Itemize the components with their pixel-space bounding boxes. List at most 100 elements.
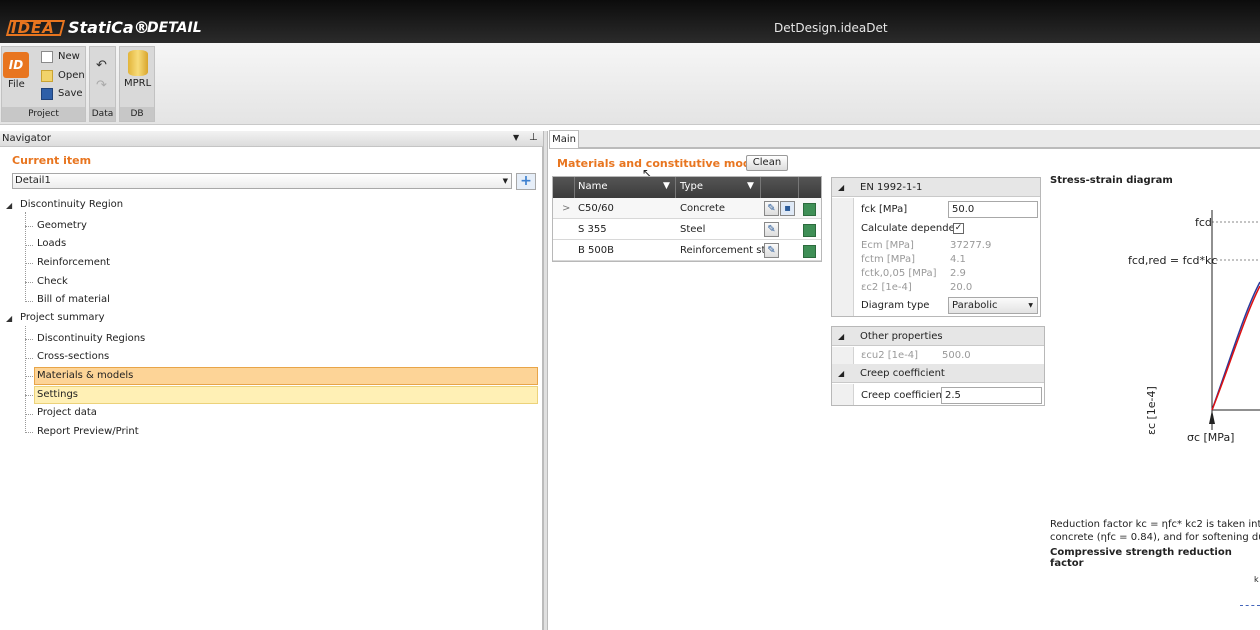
collapse-arrow-icon[interactable]: ◢: [838, 332, 844, 341]
fcd-label: fcd: [1195, 216, 1212, 229]
material-name: S 355: [578, 224, 607, 235]
tree-item-reinforcement[interactable]: Reinforcement: [37, 257, 110, 268]
tree-hover-highlight: [34, 386, 538, 404]
collapse-arrow-icon[interactable]: ◢: [6, 314, 12, 323]
fctk-value: 2.9: [950, 268, 966, 279]
chevron-down-icon: ▼: [1028, 302, 1033, 309]
tree-line: [25, 395, 33, 396]
tree-item-materials-models[interactable]: Materials & models: [37, 370, 133, 381]
other-properties-title: Other properties: [860, 331, 943, 342]
database-icon: [128, 50, 148, 76]
diagram-title: Stress-strain diagram: [1050, 175, 1173, 186]
tree-item-loads[interactable]: Loads: [37, 238, 66, 249]
current-item-select[interactable]: Detail1 ▼: [12, 173, 512, 189]
tree-item-bill-of-material[interactable]: Bill of material: [37, 294, 110, 305]
fck-input[interactable]: 50.0: [948, 201, 1038, 218]
collapse-arrow-icon[interactable]: ◢: [838, 369, 844, 378]
edit-icon[interactable]: ✎: [764, 201, 779, 216]
save-disk-icon: [41, 88, 53, 100]
material-name: C50/60: [578, 203, 614, 214]
column-separator: [574, 177, 575, 198]
x-axis-label: σc [MPa]: [1187, 431, 1235, 444]
open-folder-icon: [41, 70, 53, 82]
tree-line: [25, 414, 33, 415]
tree-item-project-data[interactable]: Project data: [37, 407, 97, 418]
calculate-dependent-label: Calculate depende: [861, 223, 955, 234]
tree-line: [25, 432, 33, 433]
panel-splitter[interactable]: [543, 131, 548, 630]
diagram-type-select[interactable]: Parabolic ▼: [948, 297, 1038, 314]
reduction-description: Reduction factor kc = ηfc* kc2 is taken …: [1050, 518, 1260, 544]
filter-icon[interactable]: ▼: [663, 181, 670, 191]
edit-icon[interactable]: ✎: [764, 222, 779, 237]
column-header-type[interactable]: Type: [680, 181, 703, 192]
tree-item-discontinuity-regions[interactable]: Discontinuity Regions: [37, 333, 145, 344]
tree-line: [25, 376, 33, 377]
library-icon[interactable]: [803, 245, 816, 258]
navigator-dropdown-icon[interactable]: ▼: [513, 133, 519, 142]
library-icon[interactable]: [803, 203, 816, 216]
material-name: B 500B: [578, 245, 614, 256]
ecu2-label: εcu2 [1e-4]: [861, 350, 919, 361]
navigator-title: Navigator: [2, 133, 51, 144]
collapse-arrow-icon[interactable]: ◢: [6, 201, 12, 210]
chevron-down-icon: ▼: [502, 177, 508, 185]
fctm-label: fctm [MPa]: [861, 254, 915, 265]
clean-button[interactable]: Clean: [746, 155, 788, 171]
redo-icon[interactable]: ↷: [96, 78, 107, 93]
ribbon: Project Data DB: [0, 43, 1260, 125]
ribbon-group-label-data: Data: [90, 107, 115, 121]
compressive-strength-title: Compressive strength reduction factor: [1050, 547, 1232, 569]
ribbon-group-label-db: DB: [120, 107, 154, 121]
reduction-line-1: Reduction factor kc = ηfc* kc2 is taken …: [1050, 519, 1260, 530]
fctm-value: 4.1: [950, 254, 966, 265]
reduction-chart-line: [1240, 605, 1260, 606]
pin-icon[interactable]: ⊥: [529, 132, 538, 143]
save-button[interactable]: Save: [58, 88, 83, 99]
ecm-label: Ecm [MPa]: [861, 240, 914, 251]
calculate-dependent-checkbox[interactable]: ✓: [953, 223, 964, 234]
tree-line: [25, 226, 33, 227]
add-detail-button[interactable]: +: [516, 173, 536, 190]
ec2-label: εc2 [1e-4]: [861, 282, 912, 293]
open-button[interactable]: Open: [58, 70, 85, 81]
property-gutter: [832, 347, 854, 364]
tab-main[interactable]: Main: [549, 130, 579, 148]
row-expand-icon[interactable]: >: [562, 203, 570, 214]
material-type: Concrete: [680, 203, 726, 214]
tree-line: [25, 301, 33, 302]
tree-item-settings[interactable]: Settings: [37, 389, 78, 400]
tree-item-geometry[interactable]: Geometry: [37, 220, 87, 231]
file-label[interactable]: File: [8, 79, 25, 90]
creep-header-title: Creep coefficient: [860, 368, 945, 379]
edit-icon[interactable]: ✎: [764, 243, 779, 258]
tree-line: [25, 282, 33, 283]
tree-item-check[interactable]: Check: [37, 276, 68, 287]
fck-label: fck [MPa]: [861, 204, 908, 215]
fctk-label: fctk,0,05 [MPa]: [861, 268, 937, 279]
material-type: Steel: [680, 224, 706, 235]
tree-item-report-preview[interactable]: Report Preview/Print: [37, 426, 139, 437]
standard-label: EN 1992-1-1: [860, 182, 923, 193]
library-icon[interactable]: [803, 224, 816, 237]
ribbon-group-label-project: Project: [2, 107, 85, 121]
new-button[interactable]: New: [58, 51, 80, 62]
tree-item-discontinuity-region[interactable]: Discontinuity Region: [20, 199, 123, 210]
logo-detail: DETAIL: [147, 20, 202, 36]
tree-item-cross-sections[interactable]: Cross-sections: [37, 351, 109, 362]
diagram-type-label: Diagram type: [861, 300, 930, 311]
file-menu-button[interactable]: ID: [3, 52, 29, 78]
window-title: DetDesign.ideaDet: [774, 21, 888, 35]
save-icon[interactable]: ▪: [780, 201, 795, 216]
mprl-button[interactable]: MPRL: [124, 78, 151, 89]
creep-input[interactable]: 2.5: [941, 387, 1042, 404]
tab-strip: [549, 130, 1260, 148]
tree-line: [25, 263, 33, 264]
current-item-value: Detail1: [15, 175, 51, 186]
materials-title: Materials and constitutive models: [557, 157, 769, 170]
column-header-name[interactable]: Name: [578, 181, 608, 192]
collapse-arrow-icon[interactable]: ◢: [838, 183, 844, 192]
tree-item-project-summary[interactable]: Project summary: [20, 312, 105, 323]
undo-icon[interactable]: ↶: [96, 58, 107, 73]
filter-icon[interactable]: ▼: [747, 181, 754, 191]
